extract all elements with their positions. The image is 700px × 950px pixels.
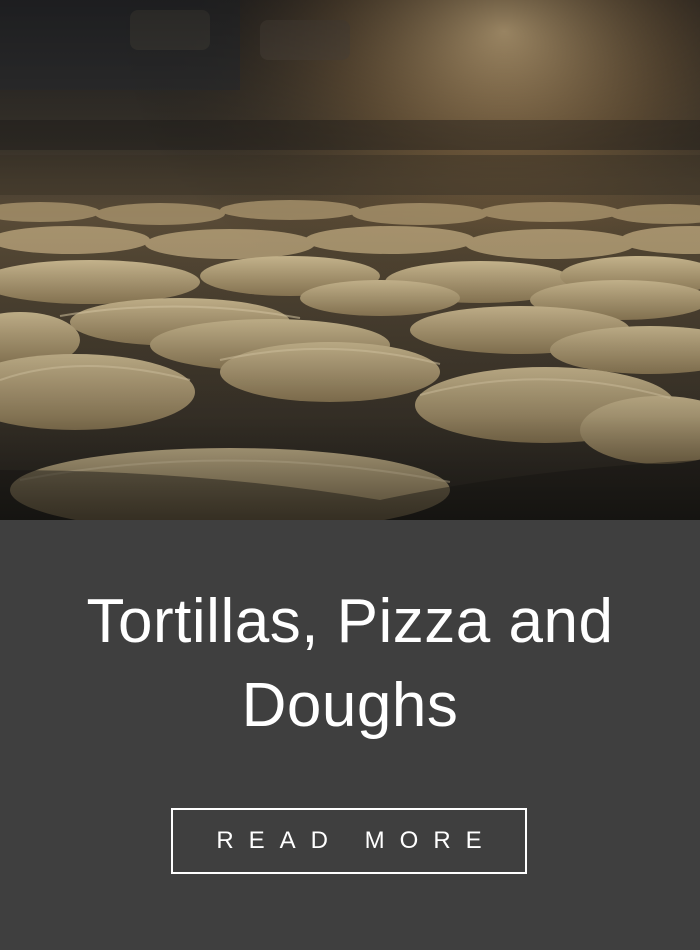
category-card[interactable]: Tortillas, Pizza and Doughs READ MORE xyxy=(0,0,700,950)
read-more-button[interactable]: READ MORE xyxy=(171,808,527,874)
hero-image[interactable] xyxy=(0,0,700,520)
card-body: Tortillas, Pizza and Doughs READ MORE xyxy=(0,520,700,950)
card-title: Tortillas, Pizza and Doughs xyxy=(86,587,614,740)
tortilla-conveyor-photo xyxy=(0,0,700,520)
